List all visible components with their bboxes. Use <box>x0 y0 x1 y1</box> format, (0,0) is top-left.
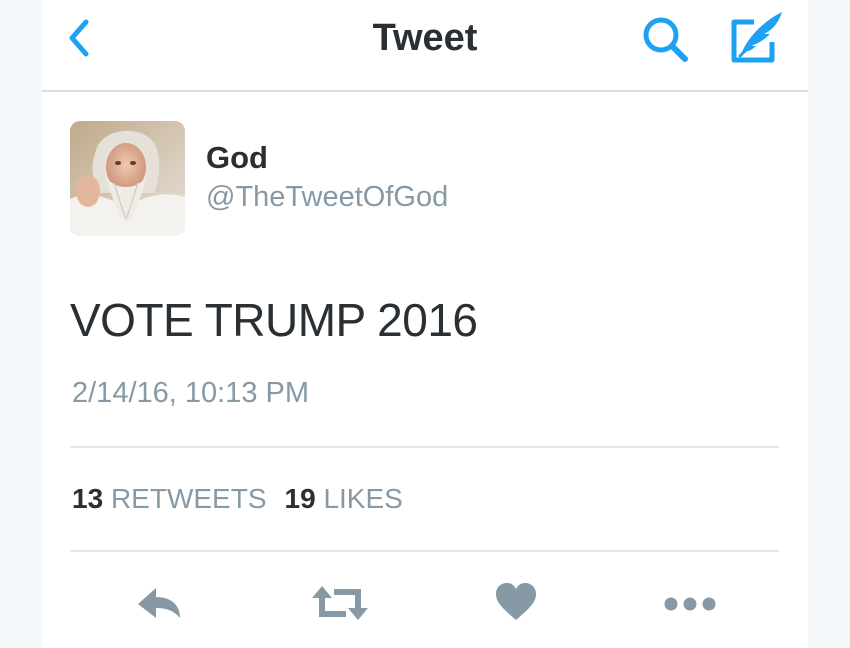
search-icon <box>643 17 688 62</box>
avatar[interactable] <box>70 121 185 236</box>
retweets-label: RETWEETS <box>110 483 267 514</box>
author-name[interactable]: God <box>206 140 268 176</box>
like-button[interactable] <box>494 580 538 626</box>
divider <box>70 446 779 448</box>
more-button[interactable] <box>662 580 718 626</box>
reply-button[interactable] <box>134 580 184 626</box>
likes-label: LIKES <box>323 483 403 514</box>
more-dots-icon <box>664 597 716 611</box>
nav-bar: Tweet <box>42 0 808 92</box>
author-handle[interactable]: @TheTweetOfGod <box>206 180 448 214</box>
tweet-stats: 13 RETWEETS 19 LIKES <box>72 482 403 516</box>
likes-stat[interactable]: 19 LIKES <box>285 483 403 514</box>
tweet-text: VOTE TRUMP 2016 <box>70 294 478 346</box>
avatar-photo <box>70 121 185 236</box>
search-button[interactable] <box>640 14 692 66</box>
divider <box>70 550 779 552</box>
reply-icon <box>138 588 180 618</box>
compose-tweet-icon <box>731 12 782 63</box>
compose-button[interactable] <box>728 8 788 68</box>
retweets-count: 13 <box>72 483 104 514</box>
retweet-icon <box>312 586 368 620</box>
retweets-stat[interactable]: 13 RETWEETS <box>72 483 267 514</box>
likes-count: 19 <box>284 483 316 514</box>
page-title: Tweet <box>372 17 478 59</box>
heart-icon <box>496 583 536 620</box>
retweet-button[interactable] <box>310 580 370 626</box>
tweet-detail-page: Tweet God @TheTweetOfGod VOTE TRUMP 2016… <box>42 0 808 648</box>
tweet-timestamp: 2/14/16, 10:13 PM <box>72 377 309 409</box>
